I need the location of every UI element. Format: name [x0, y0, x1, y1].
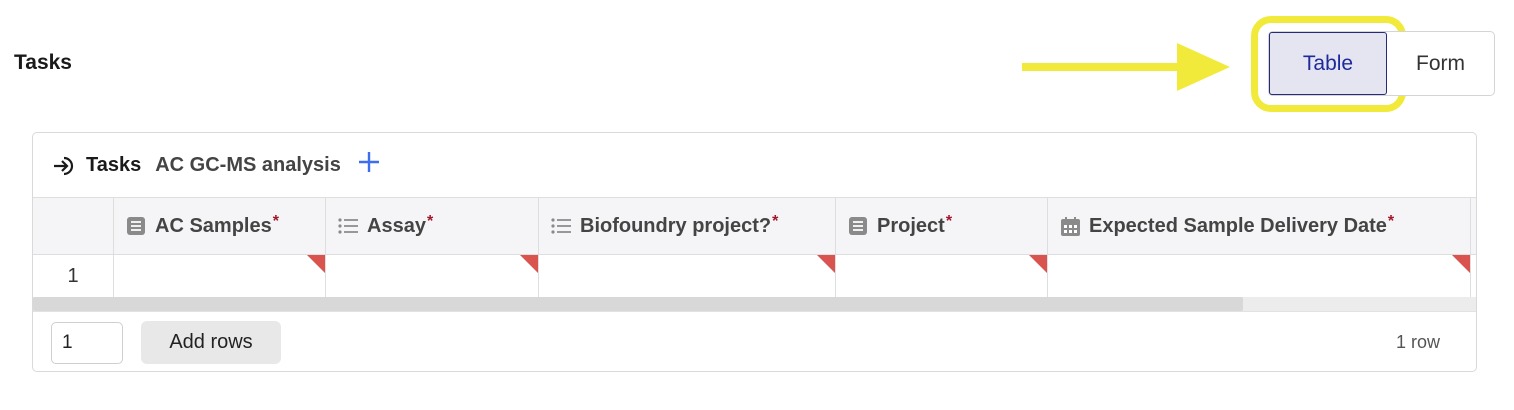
list-box-icon — [126, 216, 146, 236]
panel-header: Tasks AC GC-MS analysis — [33, 133, 1476, 198]
cell-expected-delivery-date[interactable] — [1048, 255, 1471, 297]
add-rows-button[interactable]: Add rows — [141, 321, 281, 364]
row-count-label: 1 row — [1395, 332, 1440, 352]
required-flag — [1029, 255, 1047, 273]
column-header-biofoundry-project[interactable]: Biofoundry project? * — [539, 198, 836, 254]
section-title: Tasks — [14, 51, 72, 74]
add-plus-icon[interactable] — [357, 150, 381, 180]
required-marker: * — [1387, 213, 1395, 230]
column-header-ac-samples[interactable]: AC Samples * — [114, 198, 326, 254]
cell-assay[interactable] — [326, 255, 539, 297]
panel-subtitle: AC GC-MS analysis — [155, 154, 341, 176]
required-marker: * — [772, 213, 779, 230]
row-number-header — [33, 198, 114, 254]
column-label: Expected Sample Delivery Date — [1089, 214, 1387, 237]
required-marker: * — [272, 213, 279, 230]
scrollbar-thumb[interactable] — [33, 297, 1243, 311]
table-footer: Add rows 1 row — [33, 311, 1476, 371]
bullet-list-icon — [338, 216, 358, 236]
view-toggle: Table Form — [1268, 31, 1495, 96]
cell-ac-samples[interactable] — [114, 255, 326, 297]
sign-in-arrow-icon — [52, 154, 76, 178]
column-label: Assay — [367, 214, 426, 237]
cell-project[interactable] — [836, 255, 1048, 297]
calendar-icon — [1060, 216, 1080, 236]
panel-title: Tasks — [86, 154, 142, 176]
column-header-assay[interactable]: Assay * — [326, 198, 539, 254]
table-view-button[interactable]: Table — [1269, 32, 1387, 95]
column-label: Biofoundry project? — [580, 214, 772, 237]
list-box-icon — [848, 216, 868, 236]
cell-biofoundry-project[interactable] — [539, 255, 836, 297]
horizontal-scrollbar[interactable] — [33, 297, 1476, 311]
required-marker: * — [945, 213, 953, 230]
column-label: AC Samples — [155, 214, 272, 237]
column-header-project[interactable]: Project * — [836, 198, 1048, 254]
form-view-button[interactable]: Form — [1387, 32, 1494, 95]
required-flag — [307, 255, 325, 273]
table-header-row: AC Samples * Assay * Biofoundry project? * … — [33, 197, 1476, 255]
column-header-expected-delivery-date[interactable]: Expected Sample Delivery Date * — [1048, 198, 1471, 254]
tasks-table: AC Samples * Assay * Biofoundry project? * … — [33, 197, 1476, 297]
required-marker: * — [426, 213, 434, 230]
tasks-panel: Tasks AC GC-MS analysis AC Samples * Ass… — [32, 132, 1477, 372]
column-label: Project — [877, 214, 945, 237]
required-flag — [520, 255, 538, 273]
table-row: 1 — [33, 255, 1476, 297]
row-number: 1 — [33, 255, 114, 297]
annotation-arrow-icon — [1022, 43, 1230, 91]
bullet-list-icon — [551, 216, 571, 236]
required-flag — [1452, 255, 1470, 273]
required-flag — [817, 255, 835, 273]
rows-count-input[interactable] — [51, 322, 123, 364]
